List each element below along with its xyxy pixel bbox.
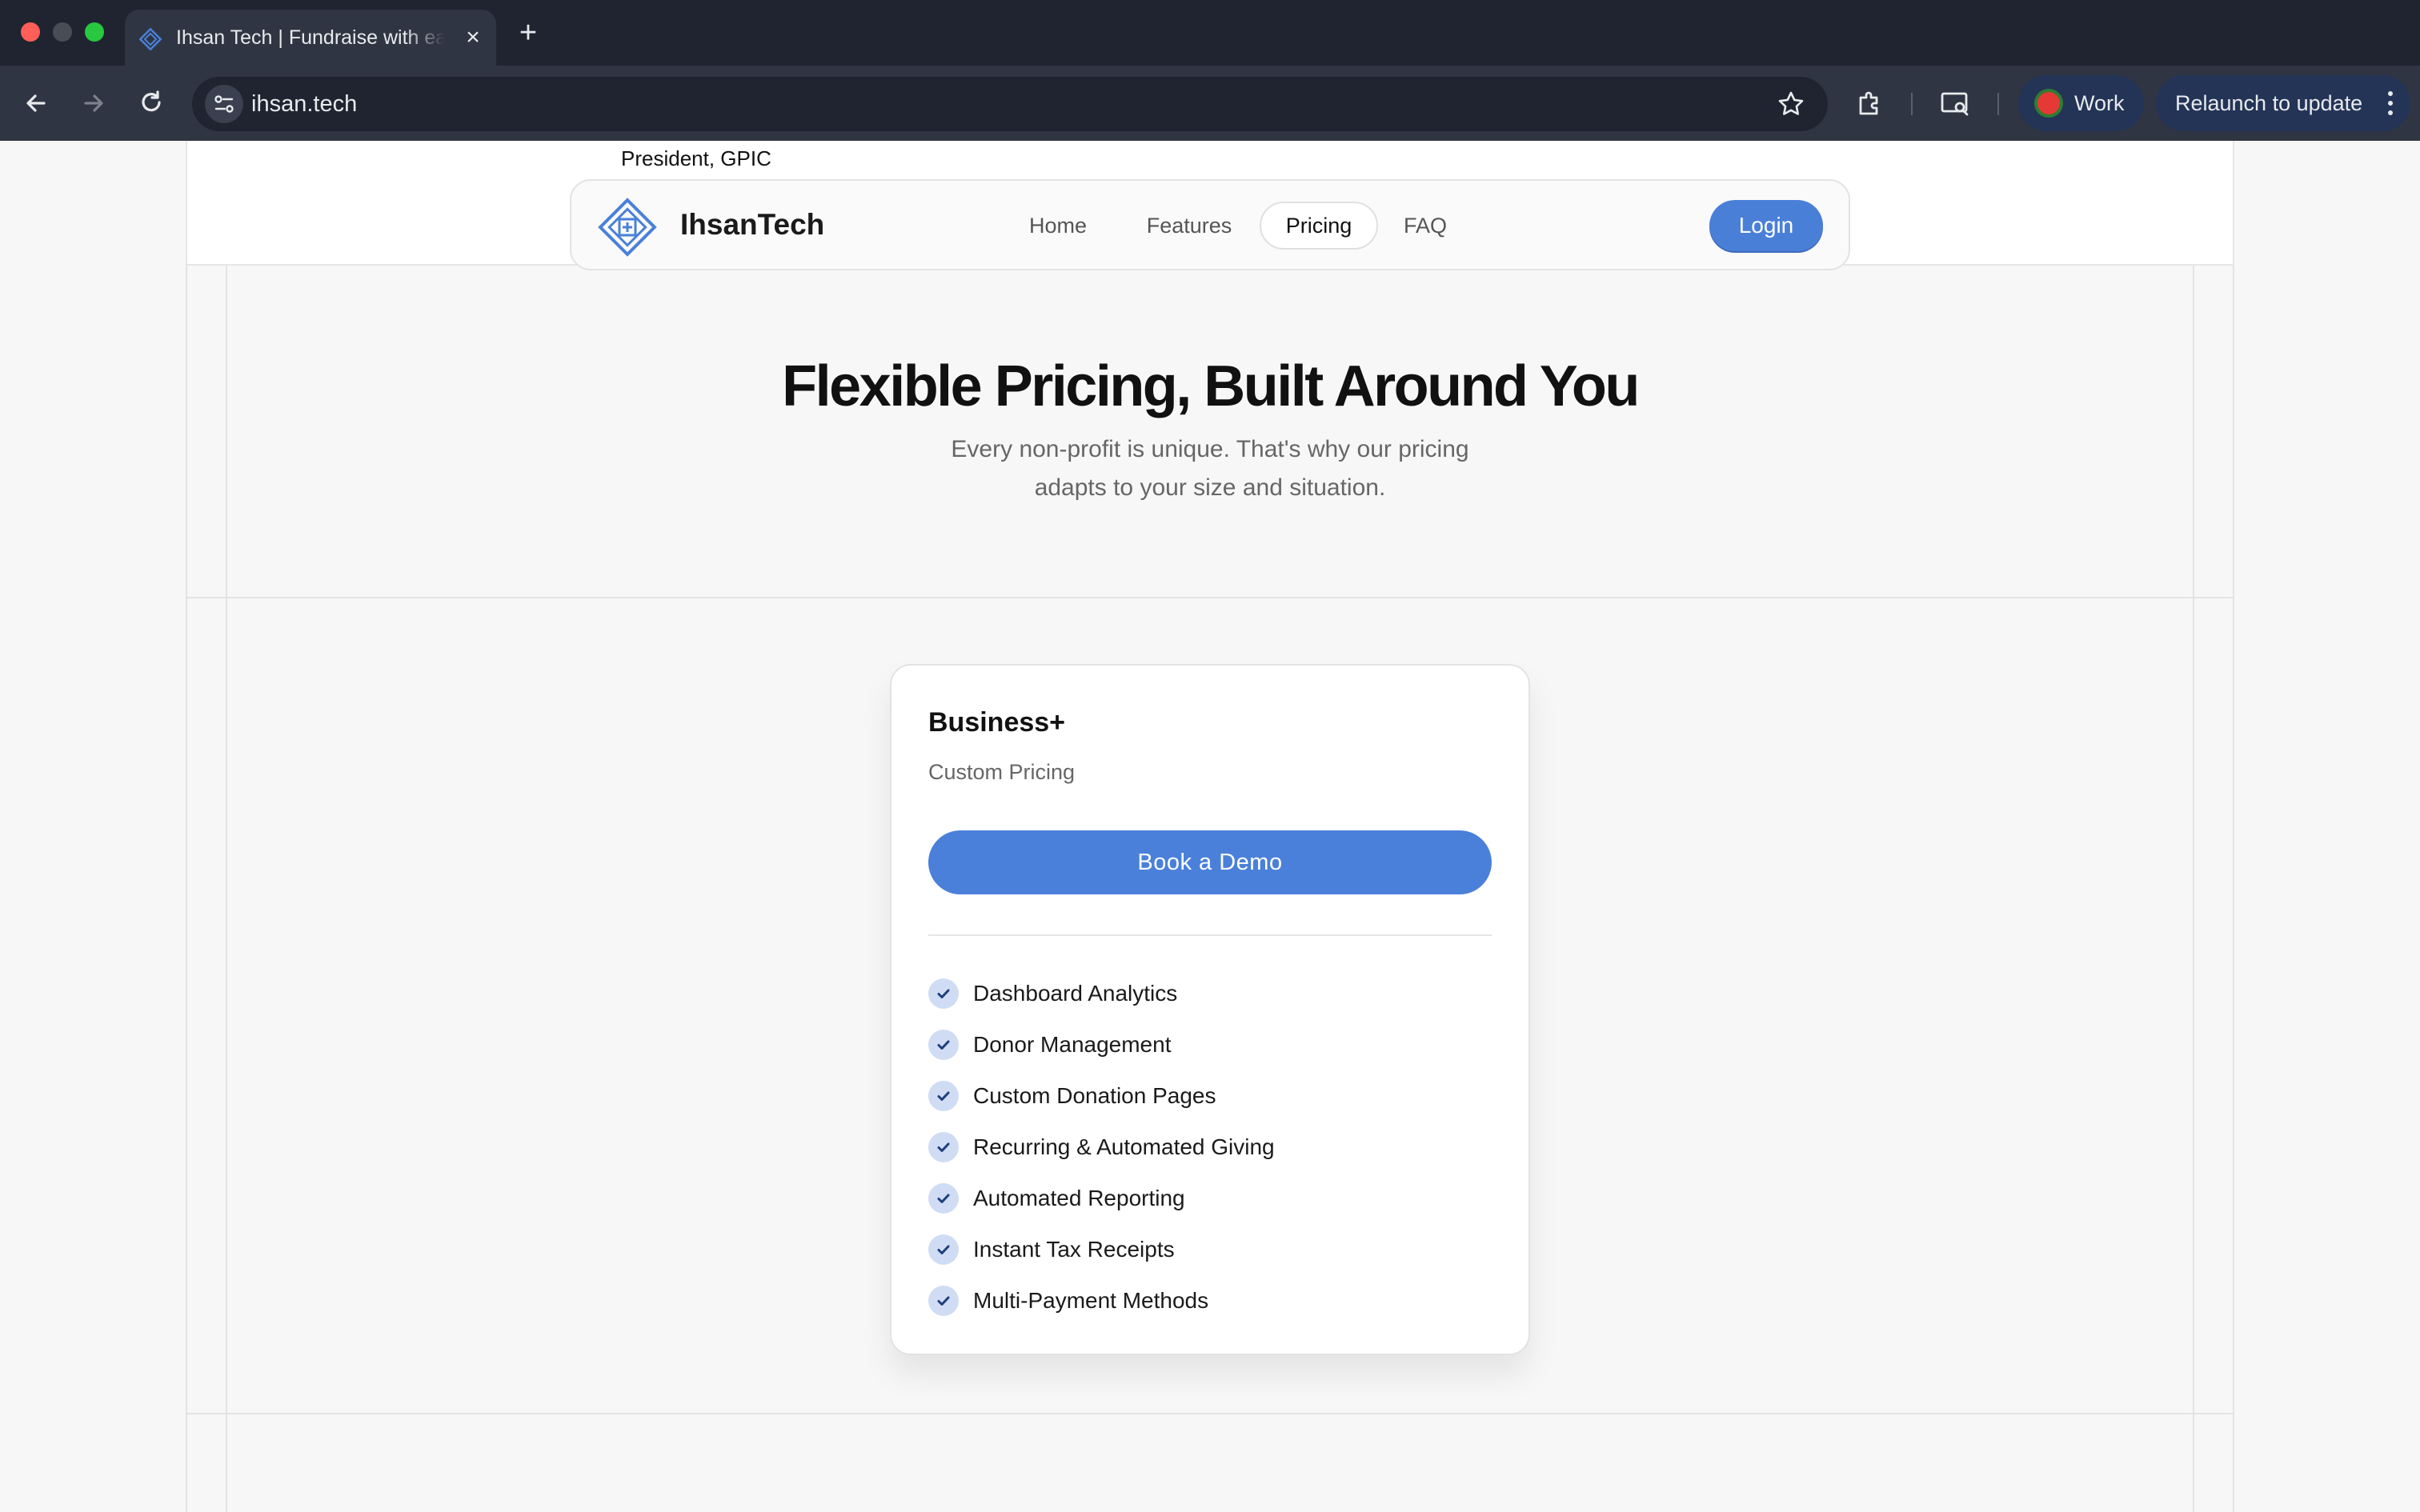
nav-faq-link[interactable]: FAQ xyxy=(1397,202,1453,250)
profile-avatar xyxy=(2034,89,2063,118)
browser-tab-bar: Ihsan Tech | Fundraise with ease × + xyxy=(0,0,2420,66)
check-icon xyxy=(928,1030,959,1060)
site-info-icon[interactable] xyxy=(205,85,243,123)
pricing-card-business-plus: Business+ Custom Pricing Book a Demo Das… xyxy=(890,664,1530,1355)
feature-label: Custom Donation Pages xyxy=(973,1083,1216,1108)
login-button[interactable]: Login xyxy=(1709,200,1823,251)
bookmark-star-icon[interactable] xyxy=(1777,90,1805,118)
minimize-window-button[interactable] xyxy=(53,22,72,42)
page-viewport: President, GPIC IhsanTech Home Features … xyxy=(0,141,2420,1512)
nav-pricing-link[interactable]: Pricing xyxy=(1260,202,1378,250)
check-icon xyxy=(928,1132,959,1162)
new-tab-icon[interactable]: + xyxy=(512,18,544,50)
feature-item: Multi-Payment Methods xyxy=(928,1275,1492,1326)
feature-label: Instant Tax Receipts xyxy=(973,1237,1175,1262)
browser-toolbar: ihsan.tech Work Relaunch to update xyxy=(0,66,2420,141)
page-subtitle: Every non-profit is unique. That's why o… xyxy=(951,436,1469,501)
feature-item: Custom Donation Pages xyxy=(928,1070,1492,1122)
grid-line xyxy=(2193,266,2194,1512)
ihsantech-favicon-icon xyxy=(139,28,162,50)
nav-features-link[interactable]: Features xyxy=(1141,202,1237,250)
toolbar-separator xyxy=(1997,93,1999,115)
feature-item: Instant Tax Receipts xyxy=(928,1224,1492,1275)
check-icon xyxy=(928,1183,959,1214)
maximize-window-button[interactable] xyxy=(85,22,104,42)
check-icon xyxy=(928,978,959,1009)
book-demo-button[interactable]: Book a Demo xyxy=(928,830,1492,894)
grid-line xyxy=(2233,266,2234,1512)
testimonial-caption: President, GPIC xyxy=(621,146,771,170)
toolbar-separator xyxy=(1911,93,1913,115)
profile-label: Work xyxy=(2074,91,2125,115)
feature-list: Dashboard Analytics Donor Management Cus… xyxy=(928,968,1492,1326)
feature-label: Donor Management xyxy=(973,1032,1172,1057)
grid-line xyxy=(226,266,227,1512)
back-arrow-icon[interactable] xyxy=(18,85,54,122)
extensions-puzzle-icon[interactable] xyxy=(1853,86,1887,120)
section-divider xyxy=(186,597,2234,598)
reload-icon[interactable] xyxy=(133,85,170,122)
feature-item: Donor Management xyxy=(928,1019,1492,1070)
tab-search-icon[interactable] xyxy=(1938,86,1972,120)
check-icon xyxy=(928,1081,959,1111)
more-menu-icon[interactable] xyxy=(2386,90,2394,117)
feature-label: Dashboard Analytics xyxy=(973,981,1178,1006)
site-navbar: IhsanTech Home Features Pricing FAQ Logi… xyxy=(570,179,1850,270)
ihsantech-logo-icon[interactable] xyxy=(595,195,659,259)
check-icon xyxy=(928,1286,959,1316)
profile-button[interactable]: Work xyxy=(2018,75,2144,131)
plan-name: Business+ xyxy=(928,707,1066,738)
url-text: ihsan.tech xyxy=(251,91,358,117)
active-tab[interactable]: Ihsan Tech | Fundraise with ease × xyxy=(125,10,496,66)
feature-label: Multi-Payment Methods xyxy=(973,1288,1209,1313)
card-divider xyxy=(928,934,1492,936)
feature-label: Recurring & Automated Giving xyxy=(973,1134,1275,1159)
feature-item: Dashboard Analytics xyxy=(928,968,1492,1019)
plan-price: Custom Pricing xyxy=(928,760,1076,784)
relaunch-to-update-button[interactable]: Relaunch to update xyxy=(2156,75,2410,131)
section-divider xyxy=(186,1413,2234,1414)
relaunch-label: Relaunch to update xyxy=(2175,91,2363,115)
address-bar[interactable]: ihsan.tech xyxy=(192,77,1828,131)
check-icon xyxy=(928,1234,959,1265)
tab-close-icon[interactable]: × xyxy=(458,22,488,53)
grid-line xyxy=(186,266,187,1512)
feature-item: Recurring & Automated Giving xyxy=(928,1122,1492,1173)
brand-name[interactable]: IhsanTech xyxy=(680,181,824,269)
feature-item: Automated Reporting xyxy=(928,1173,1492,1224)
close-window-button[interactable] xyxy=(21,22,40,42)
forward-arrow-icon[interactable] xyxy=(75,85,112,122)
nav-home-link[interactable]: Home xyxy=(1024,202,1092,250)
feature-label: Automated Reporting xyxy=(973,1186,1185,1210)
page-title: Flexible Pricing, Built Around You xyxy=(782,354,1640,418)
tab-title: Ihsan Tech | Fundraise with ease xyxy=(176,26,445,49)
